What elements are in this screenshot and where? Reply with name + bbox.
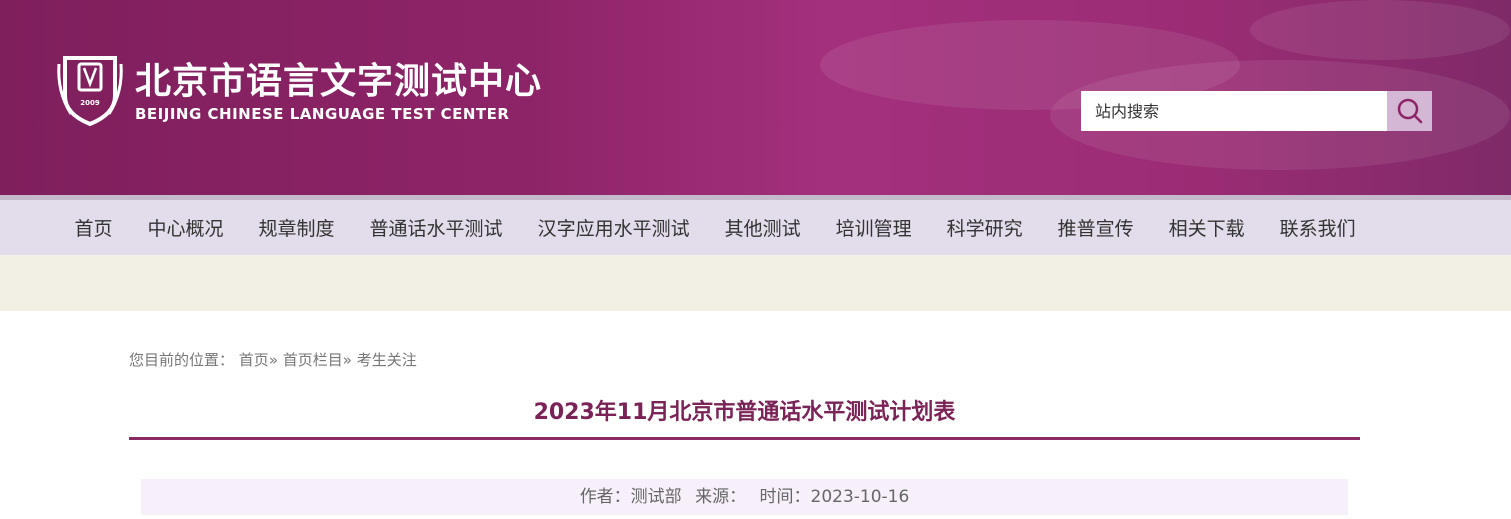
article-meta: 作者：测试部 来源： 时间：2023-10-16 [141, 479, 1348, 515]
nav-item-downloads[interactable]: 相关下载 [1151, 214, 1262, 241]
nav-item-research[interactable]: 科学研究 [929, 214, 1040, 241]
header-mist [1250, 0, 1510, 60]
breadcrumb-link-home[interactable]: 首页 [239, 351, 269, 369]
breadcrumb-prefix: 您目前的位置： [129, 351, 235, 369]
site-logo[interactable]: 2009 北京市语言文字测试中心 BEIJING CHINESE LANGUAG… [55, 52, 542, 130]
nav-item-promotion[interactable]: 推普宣传 [1040, 214, 1151, 241]
breadcrumb-link-section[interactable]: 首页栏目 [283, 351, 343, 369]
breadcrumb-link-category[interactable]: 考生关注 [357, 351, 417, 369]
breadcrumb-separator: » [342, 351, 352, 369]
search-input[interactable] [1081, 91, 1387, 131]
nav-item-contact[interactable]: 联系我们 [1262, 214, 1373, 241]
article-title: 2023年11月北京市普通话水平测试计划表 [533, 400, 956, 425]
logo-text: 北京市语言文字测试中心 BEIJING CHINESE LANGUAGE TES… [135, 52, 542, 124]
nav-item-about[interactable]: 中心概况 [130, 214, 241, 241]
article-source: 来源： [695, 487, 747, 507]
site-header: 2009 北京市语言文字测试中心 BEIJING CHINESE LANGUAG… [0, 0, 1511, 195]
breadcrumb: 您目前的位置： 首页» 首页栏目» 考生关注 [129, 349, 417, 370]
nav-item-other-tests[interactable]: 其他测试 [707, 214, 818, 241]
article-author: 作者：测试部 [579, 487, 682, 507]
nav-item-training[interactable]: 培训管理 [818, 214, 929, 241]
site-search [1081, 91, 1432, 131]
search-icon [1397, 98, 1422, 124]
logo-title-en: BEIJING CHINESE LANGUAGE TEST CENTER [135, 105, 510, 123]
main-nav: 首页 中心概况 规章制度 普通话水平测试 汉字应用水平测试 其他测试 培训管理 … [0, 195, 1511, 255]
title-divider [129, 437, 1360, 440]
search-button[interactable] [1387, 91, 1432, 131]
nav-item-hanzi-test[interactable]: 汉字应用水平测试 [520, 214, 707, 241]
breadcrumb-separator: » [268, 351, 278, 369]
svg-text:2009: 2009 [80, 99, 100, 107]
banner-band [0, 255, 1511, 311]
emblem-icon: 2009 [57, 56, 123, 127]
nav-item-putonghua-test[interactable]: 普通话水平测试 [352, 214, 520, 241]
nav-item-regulations[interactable]: 规章制度 [241, 214, 352, 241]
nav-item-home[interactable]: 首页 [57, 214, 130, 241]
logo-title-cn: 北京市语言文字测试中心 [135, 61, 543, 102]
article-time: 时间：2023-10-16 [759, 487, 910, 507]
